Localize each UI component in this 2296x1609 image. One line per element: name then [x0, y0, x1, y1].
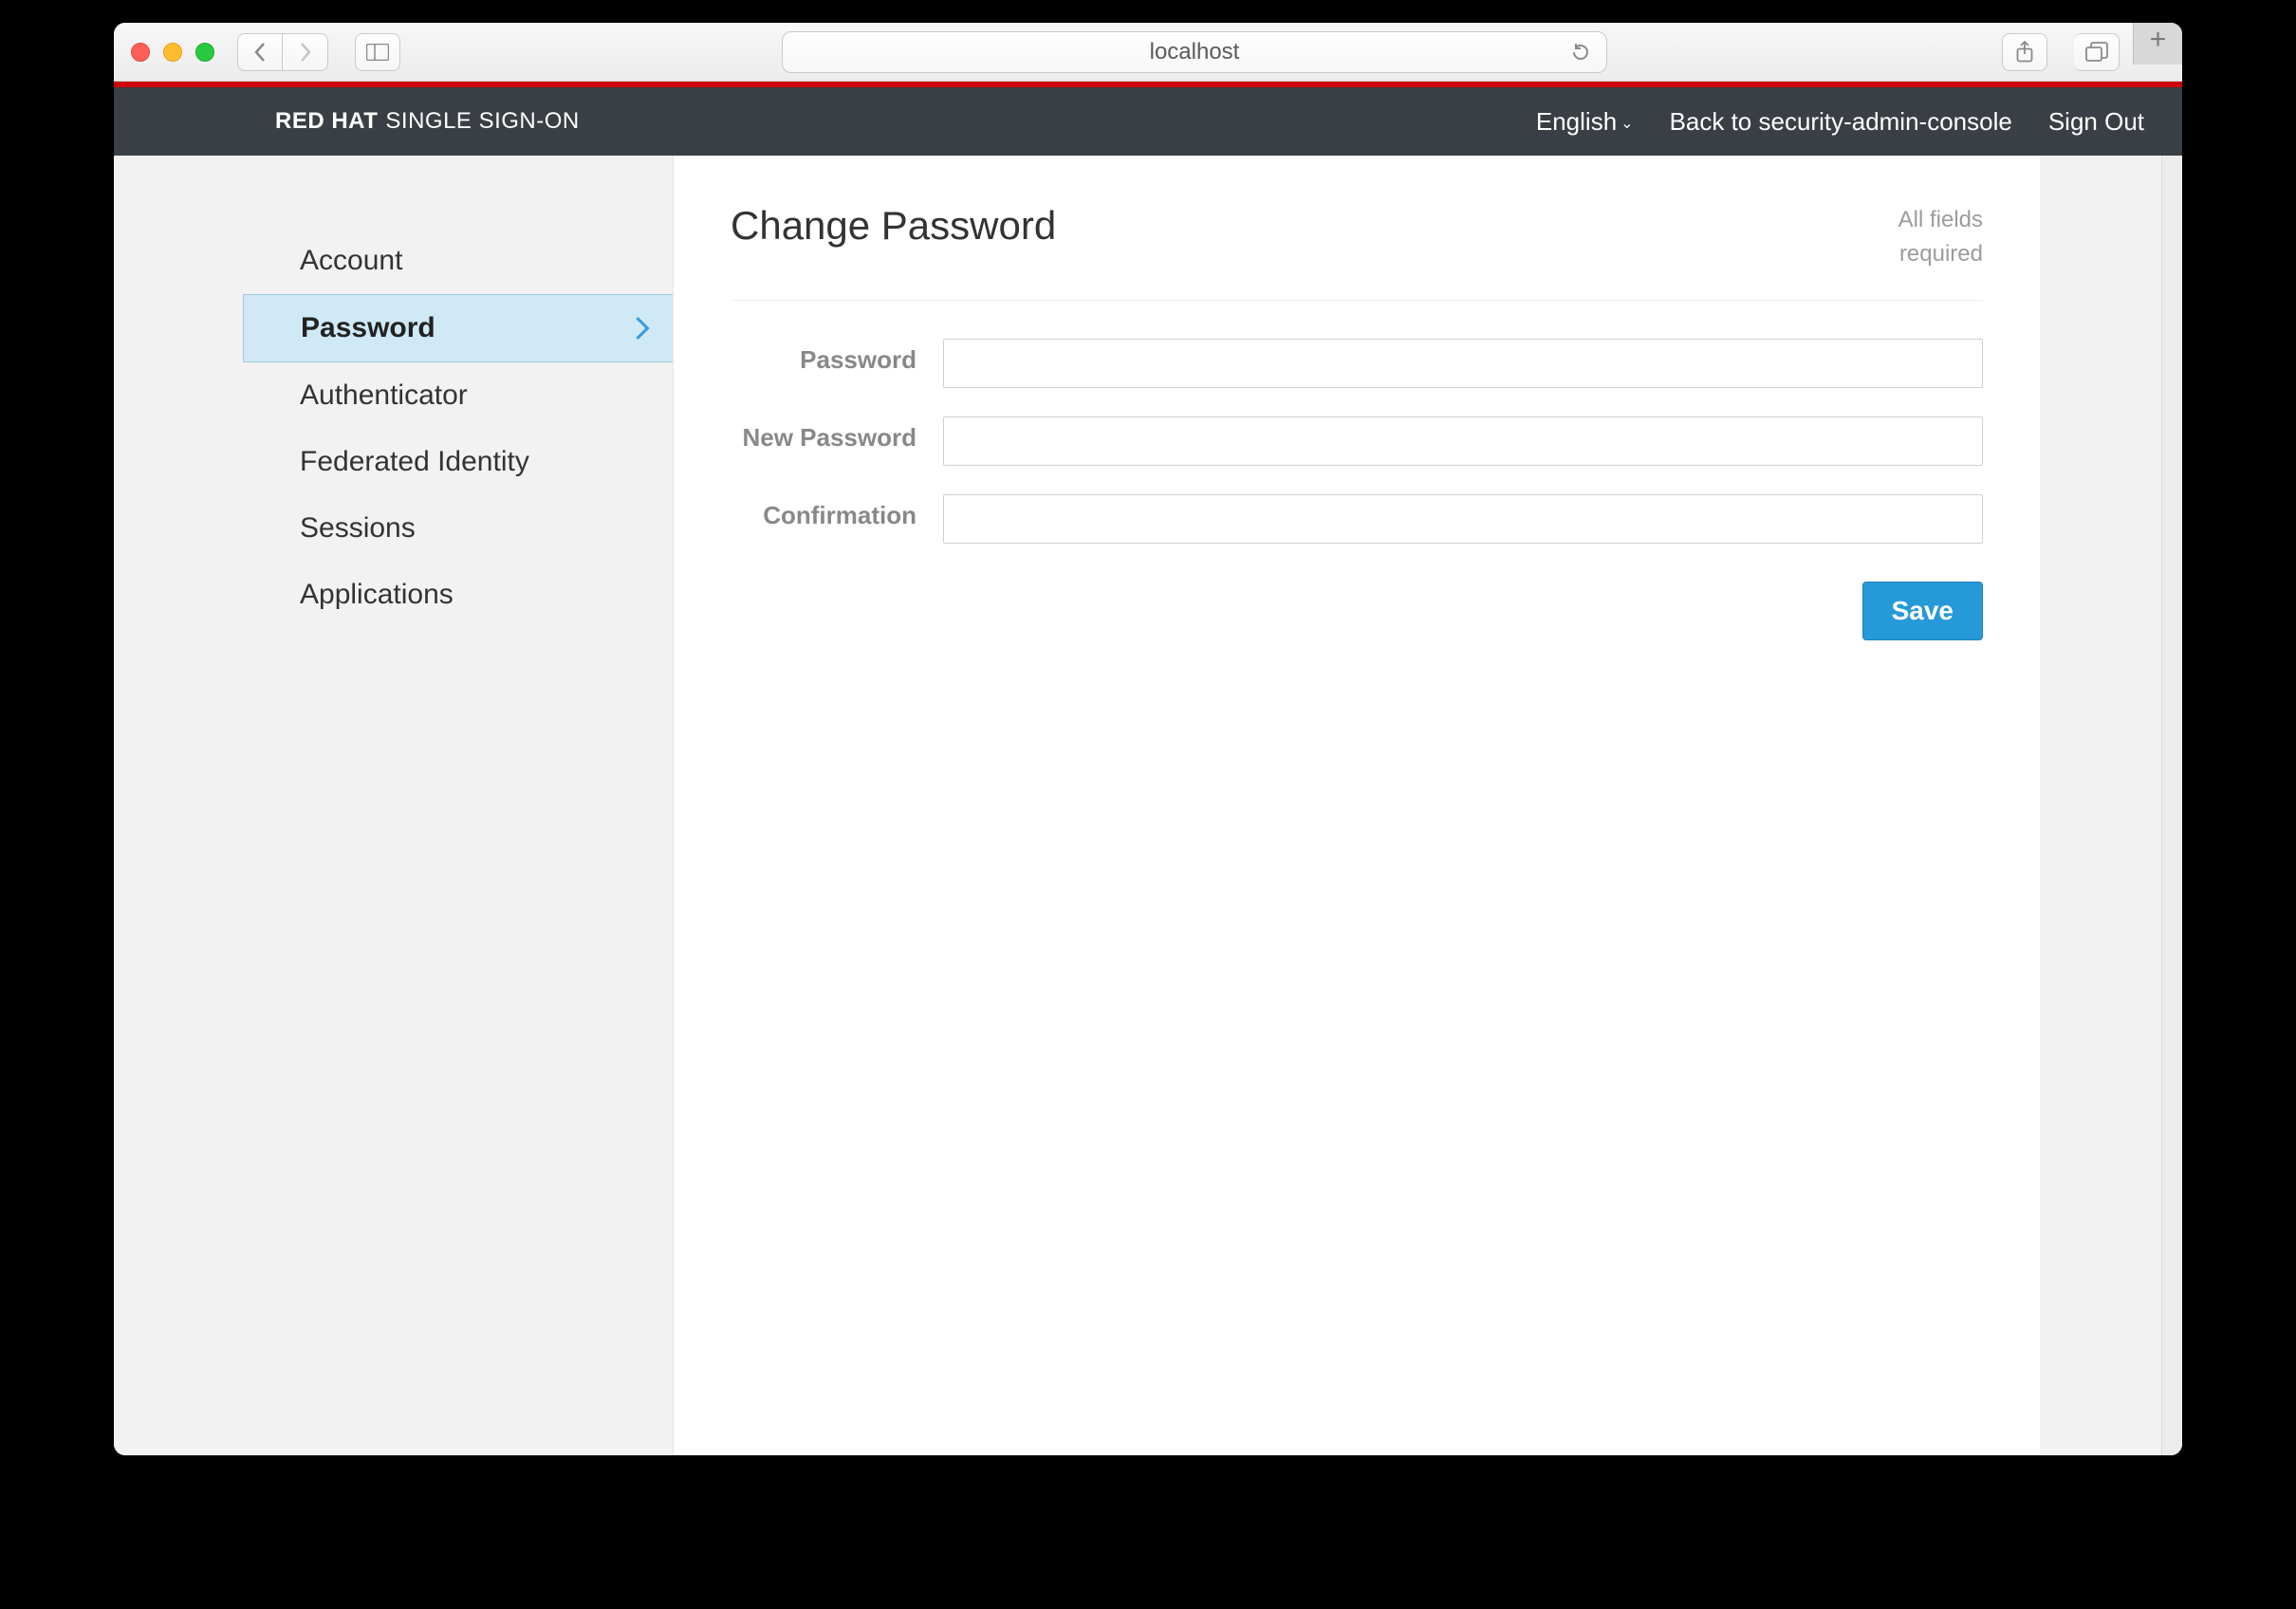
address-bar[interactable]: localhost: [782, 31, 1607, 73]
browser-window: localhost + RED HAT: [114, 23, 2182, 1455]
fullscreen-window-button[interactable]: [195, 43, 214, 62]
new-tab-button[interactable]: +: [2133, 23, 2182, 65]
tabs-button[interactable]: [2074, 33, 2120, 71]
chevron-down-icon: ⌄: [1620, 116, 1633, 132]
app-header: RED HAT SINGLE SIGN-ON English⌄ Back to …: [114, 87, 2182, 156]
header-links: English⌄ Back to security-admin-console …: [1536, 107, 2144, 137]
row-new-password: New Password: [731, 416, 1983, 466]
back-to-console-link[interactable]: Back to security-admin-console: [1670, 107, 2012, 137]
required-fields-note: All fields required: [1898, 203, 1983, 271]
share-button[interactable]: [2002, 33, 2047, 71]
row-current-password: Password: [731, 339, 1983, 388]
brand-strong: RED HAT: [275, 108, 378, 135]
language-selector[interactable]: English⌄: [1536, 107, 1634, 137]
sidebar: Account Password Authenticator Federated…: [114, 156, 674, 1455]
back-button[interactable]: [237, 33, 283, 71]
page-header: Change Password All fields required: [731, 203, 1983, 301]
address-bar-url: localhost: [783, 39, 1606, 65]
sidebar-item-password[interactable]: Password: [243, 294, 673, 362]
sidebar-item-account[interactable]: Account: [243, 228, 673, 294]
sidebar-item-applications[interactable]: Applications: [243, 562, 673, 628]
sidebar-item-sessions[interactable]: Sessions: [243, 495, 673, 562]
language-label: English: [1536, 107, 1617, 136]
label-confirmation: Confirmation: [731, 494, 943, 532]
main-content: Change Password All fields required Pass…: [674, 156, 2040, 1455]
app-body: Account Password Authenticator Federated…: [114, 156, 2182, 1455]
page-title: Change Password: [731, 203, 1056, 249]
label-password: Password: [731, 339, 943, 377]
scrollbar-track[interactable]: [2161, 156, 2182, 1455]
minimize-window-button[interactable]: [163, 43, 182, 62]
reload-icon[interactable]: [1570, 42, 1591, 63]
browser-titlebar: localhost +: [114, 23, 2182, 82]
app-root: RED HAT SINGLE SIGN-ON English⌄ Back to …: [114, 82, 2182, 1455]
close-window-button[interactable]: [131, 43, 150, 62]
sidebar-item-federated-identity[interactable]: Federated Identity: [243, 429, 673, 495]
input-confirmation[interactable]: [943, 494, 1983, 544]
sidebar-toggle-button[interactable]: [355, 33, 400, 71]
input-new-password[interactable]: [943, 416, 1983, 466]
sidebar-item-authenticator[interactable]: Authenticator: [243, 362, 673, 429]
input-current-password[interactable]: [943, 339, 1983, 388]
nav-buttons: [237, 33, 328, 71]
form-actions: Save: [731, 582, 1983, 640]
change-password-form: Password New Password Confirmation: [731, 339, 1983, 640]
brand-logo: RED HAT SINGLE SIGN-ON: [275, 108, 580, 135]
save-button[interactable]: Save: [1862, 582, 1983, 640]
brand-light: SINGLE SIGN-ON: [385, 108, 579, 135]
row-confirmation: Confirmation: [731, 494, 1983, 544]
sidebar-nav: Account Password Authenticator Federated…: [114, 228, 673, 628]
label-new-password: New Password: [731, 416, 943, 454]
forward-button[interactable]: [283, 33, 328, 71]
sign-out-link[interactable]: Sign Out: [2048, 107, 2144, 137]
toolbar-right: [1989, 33, 2120, 71]
window-controls: [131, 43, 214, 62]
